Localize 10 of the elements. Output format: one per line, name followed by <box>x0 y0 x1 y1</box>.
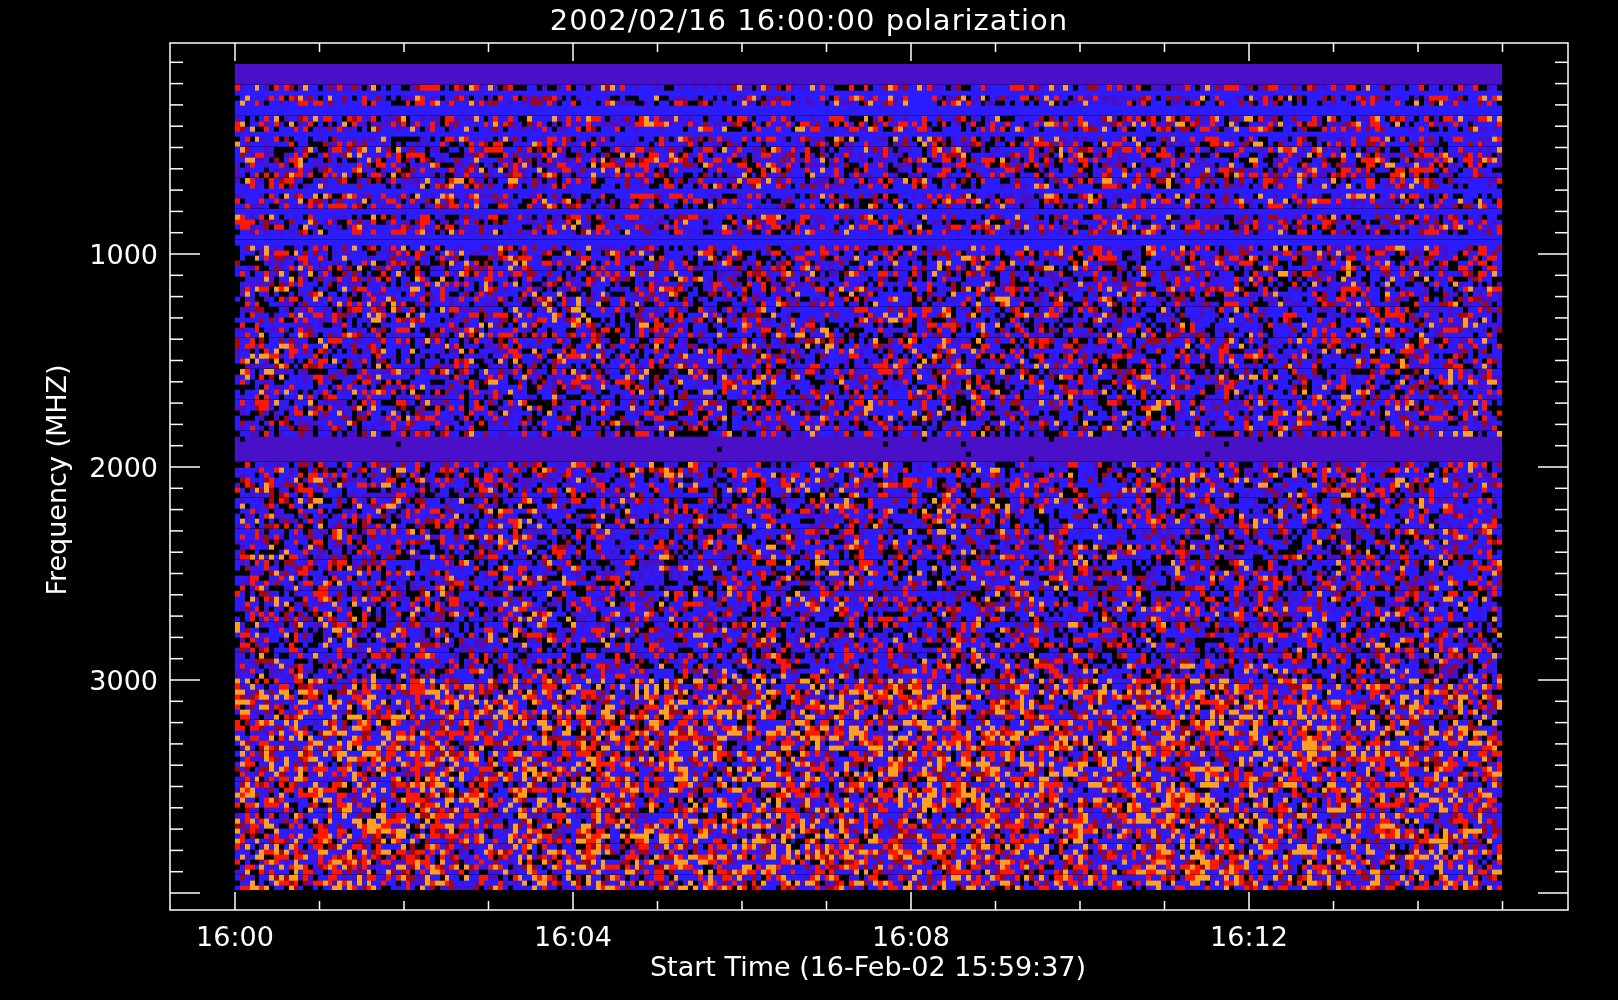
tick-label: 2000 <box>89 452 158 483</box>
axis-label: Start Time (16-Feb-02 15:59:37) <box>649 951 1087 982</box>
axis-label: Frequency (MHZ) <box>41 364 72 596</box>
plot-title: 2002/02/16 16:00:00 polarization <box>549 2 1069 38</box>
tick-label: 16:12 <box>1210 921 1288 952</box>
tick-label: 16:08 <box>872 921 950 952</box>
tick-label: 16:00 <box>196 921 274 952</box>
tick-label: 3000 <box>89 665 158 696</box>
tick-label: 16:04 <box>534 921 612 952</box>
tick-label: 1000 <box>89 239 158 270</box>
